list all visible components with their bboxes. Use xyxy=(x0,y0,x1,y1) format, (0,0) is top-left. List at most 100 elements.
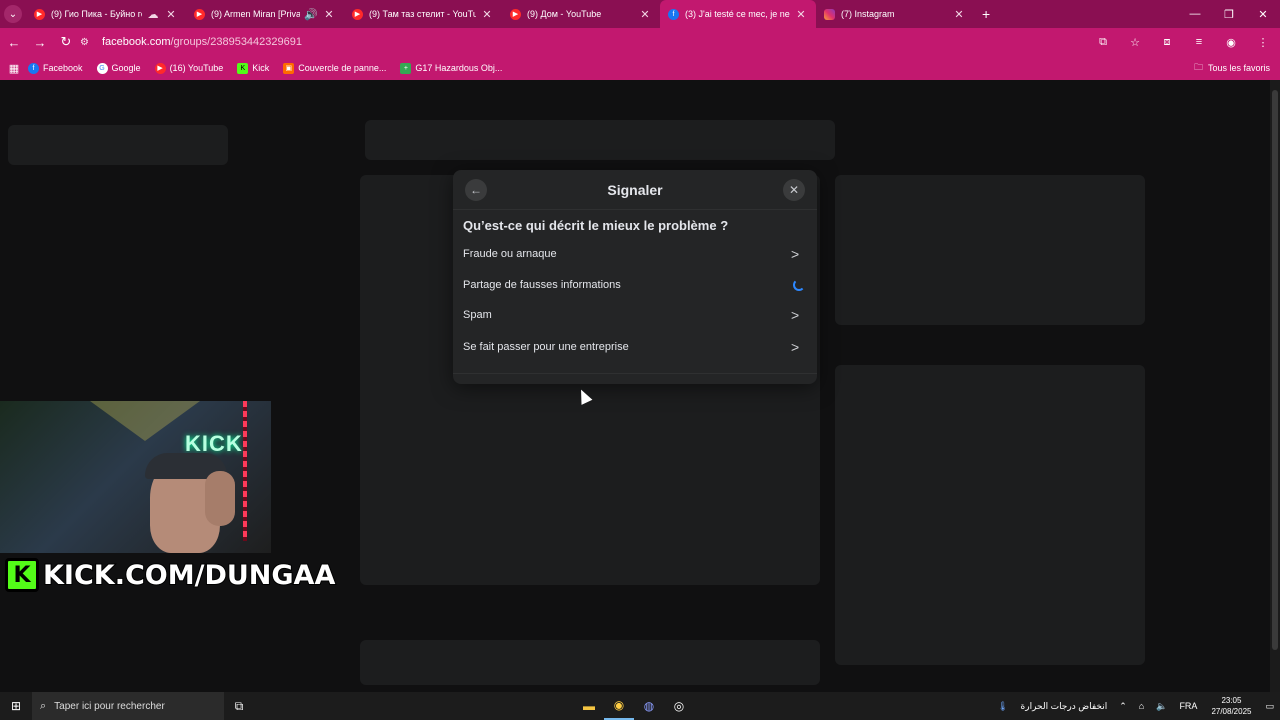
youtube-icon: ▶ xyxy=(34,8,45,20)
youtube-icon: ▶ xyxy=(154,62,166,74)
file-explorer-icon[interactable]: ▬ xyxy=(574,692,604,720)
discord-icon[interactable]: ◍ xyxy=(634,692,664,720)
close-tab-icon[interactable]: ✕ xyxy=(952,8,966,21)
all-bookmarks-button[interactable]: 🗀 Tous les favoris xyxy=(1194,56,1270,80)
close-tab-icon[interactable]: ✕ xyxy=(638,8,652,21)
comment-placeholder xyxy=(360,640,820,685)
photos-card-placeholder xyxy=(835,365,1145,665)
dialog-title: Signaler xyxy=(607,182,663,198)
side-card-placeholder xyxy=(835,175,1145,325)
google-icon: G xyxy=(96,62,108,74)
apps-grid-icon[interactable]: ▦ xyxy=(0,62,28,75)
back-arrow-icon[interactable]: ← xyxy=(2,30,26,54)
install-app-icon[interactable]: ⧉ xyxy=(1092,31,1114,53)
bookmark-couvercle[interactable]: ▣ Couvercle de panne... xyxy=(283,62,386,74)
youtube-icon: ▶ xyxy=(194,8,205,20)
chevron-right-icon: > xyxy=(791,307,800,323)
toolbar-right: ⧉ ☆ ⧈ ≡ ◉ ⋮ xyxy=(1092,31,1274,53)
tab-3[interactable]: ▶ (9) Дом - YouTube ✕ xyxy=(502,0,660,28)
page-scrollbar[interactable] xyxy=(1270,80,1280,692)
option-false-information[interactable]: Partage de fausses informations xyxy=(453,270,817,300)
kick-url-text: KICK.COM/DUNGAA xyxy=(42,559,336,592)
post-header-placeholder xyxy=(365,120,835,160)
close-window-icon[interactable]: ✕ xyxy=(1246,0,1280,28)
tab-search-button[interactable]: ⌄ xyxy=(0,0,26,28)
task-view-icon[interactable]: ⧉ xyxy=(224,692,254,720)
option-spam[interactable]: Spam > xyxy=(453,300,817,330)
site-info-icon[interactable]: ⚙ xyxy=(80,37,94,48)
volume-icon[interactable]: 🔈 xyxy=(1156,701,1167,712)
bookmark-google[interactable]: G Google xyxy=(96,62,141,74)
youtube-icon: ▶ xyxy=(352,8,363,20)
thermometer-icon: 🌡 xyxy=(997,700,1009,711)
close-tab-icon[interactable]: ✕ xyxy=(164,8,178,21)
url-field[interactable]: ⚙ facebook.com/groups/238953442329691 xyxy=(80,31,1112,53)
clock[interactable]: 23:05 27/08/2025 xyxy=(1211,695,1251,717)
weather-text[interactable]: انخفاض درجات الحرارة xyxy=(1021,701,1108,712)
bookmarks-bar: ▦ f Facebook G Google ▶ (16) YouTube K Kick … xyxy=(0,56,1280,80)
system-tray: 🌡 انخفاض درجات الحرارة ⌃ ⌂ 🔈 FRA 23:05 2… xyxy=(991,692,1280,720)
folder-icon: 🗀 xyxy=(1193,62,1203,72)
notifications-icon[interactable]: ▭ xyxy=(1265,701,1274,712)
scrollbar-thumb[interactable] xyxy=(1272,90,1278,650)
streamer-hand xyxy=(205,471,235,526)
bookmark-youtube[interactable]: ▶ (16) YouTube xyxy=(154,62,223,74)
dialog-header: ← Signaler ✕ xyxy=(453,170,817,210)
group-header-placeholder xyxy=(8,125,228,165)
tab-4-active[interactable]: f (3) J'ai testé ce mec, je ne le rec ✕ xyxy=(660,0,816,28)
kick-icon: K xyxy=(237,62,249,74)
address-bar: ← → ↻ ⚙ facebook.com/groups/238953442329… xyxy=(0,28,1280,56)
dialog-divider xyxy=(453,373,817,374)
more-menu-icon[interactable]: ⋮ xyxy=(1252,31,1274,53)
speaker-icon[interactable]: 🔊 xyxy=(304,8,318,21)
windows-start-icon[interactable]: ⊞ xyxy=(0,692,32,720)
tab-1[interactable]: ▶ (9) Armen Miran [Private Pa 🔊 ✕ xyxy=(186,0,344,28)
tab-5[interactable]: (7) Instagram ✕ xyxy=(816,0,974,28)
profile-avatar-icon[interactable]: ◉ xyxy=(1220,31,1242,53)
facebook-icon: f xyxy=(668,8,679,20)
tray-expand-icon[interactable]: ⌃ xyxy=(1119,701,1127,712)
search-icon: ⌕ xyxy=(40,699,47,712)
close-tab-icon[interactable]: ✕ xyxy=(480,8,494,21)
taskbar-search-box[interactable]: ⌕ Taper ici pour rechercher xyxy=(32,692,224,720)
extensions-icon[interactable]: ⧈ xyxy=(1156,31,1178,53)
report-dialog: ← Signaler ✕ Qu’est-ce qui décrit le mie… xyxy=(453,170,817,384)
option-impersonation[interactable]: Se fait passer pour une entreprise > xyxy=(453,332,817,362)
light-triangle-decor xyxy=(90,401,200,441)
tab-2[interactable]: ▶ (9) Там таз стелит - YouTube ✕ xyxy=(344,0,502,28)
instagram-icon xyxy=(824,8,835,20)
close-icon[interactable]: ✕ xyxy=(783,179,805,201)
webcam-overlay: KICK xyxy=(0,401,271,553)
reading-list-icon[interactable]: ≡ xyxy=(1188,31,1210,53)
plus-icon: + xyxy=(400,62,412,74)
network-icon[interactable]: ⌂ xyxy=(1139,701,1144,711)
loading-spinner-icon xyxy=(793,279,805,291)
tab-bar: ⌄ ▶ (9) Гио Пика - Буйно голова ☁ ✕ ▶ (9… xyxy=(0,0,1280,28)
chrome-icon[interactable]: ◉ xyxy=(604,692,634,720)
new-tab-button[interactable]: + xyxy=(982,6,990,22)
bookmark-star-icon[interactable]: ☆ xyxy=(1124,31,1146,53)
reload-icon[interactable]: ↻ xyxy=(54,30,78,54)
option-fraud[interactable]: Fraude ou arnaque > xyxy=(453,239,817,269)
bookmark-facebook[interactable]: f Facebook xyxy=(28,62,83,74)
kick-logo-icon: K xyxy=(5,558,39,592)
led-strip-decor xyxy=(243,401,247,541)
language-indicator[interactable]: FRA xyxy=(1179,701,1197,711)
youtube-icon: ▶ xyxy=(510,8,521,20)
facebook-icon: f xyxy=(28,62,39,74)
close-tab-icon[interactable]: ✕ xyxy=(322,8,336,21)
kick-banner: K KICK.COM/DUNGAA xyxy=(5,557,336,593)
dialog-question: Qu’est-ce qui décrit le mieux le problèm… xyxy=(463,218,729,233)
cloud-icon: ☁ xyxy=(147,8,159,21)
bookmark-kick[interactable]: K Kick xyxy=(237,62,269,74)
restore-icon[interactable]: ❐ xyxy=(1212,0,1246,28)
minimize-icon[interactable]: — xyxy=(1178,0,1212,28)
tab-0[interactable]: ▶ (9) Гио Пика - Буйно голова ☁ ✕ xyxy=(26,0,186,28)
forward-arrow-icon[interactable]: → xyxy=(28,30,52,54)
chevron-right-icon: > xyxy=(791,339,800,355)
chevron-down-icon: ⌄ xyxy=(4,5,22,23)
obs-icon[interactable]: ◎ xyxy=(664,692,694,720)
aliexpress-icon: ▣ xyxy=(283,62,295,74)
close-tab-icon[interactable]: ✕ xyxy=(794,8,808,21)
bookmark-g17[interactable]: + G17 Hazardous Obj... xyxy=(400,62,502,74)
